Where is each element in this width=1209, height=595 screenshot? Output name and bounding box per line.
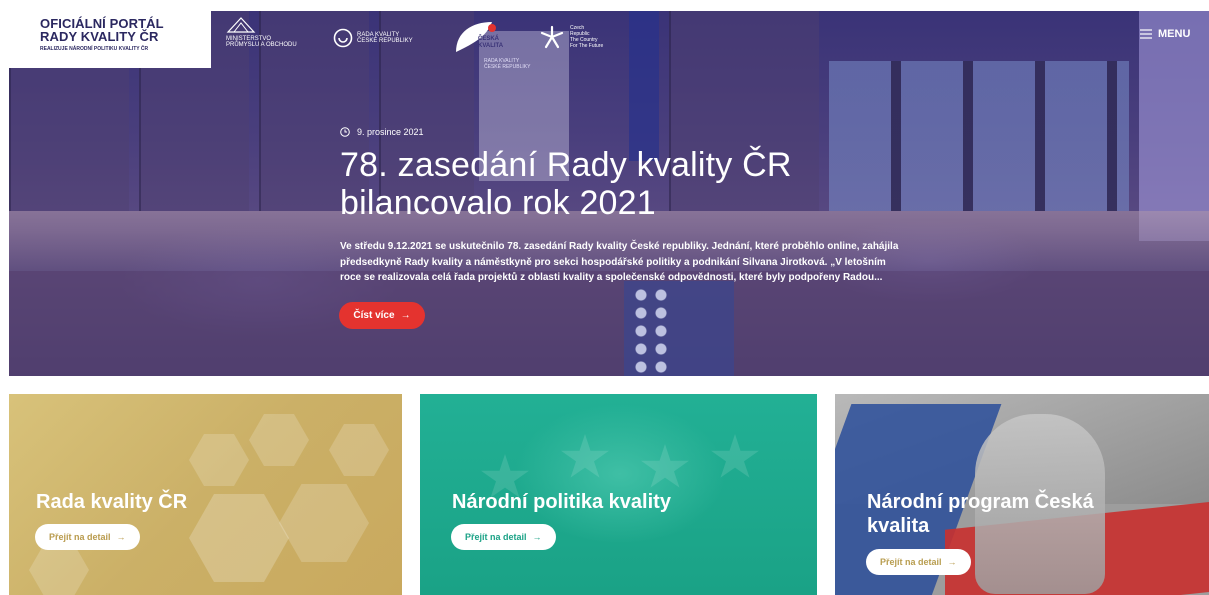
arrow-right-icon: → [532, 532, 542, 542]
rada-kvality-icon [333, 28, 353, 48]
video-participants [631, 286, 671, 376]
article-headline[interactable]: 78. zasedání Rady kvality ČR bilancovalo… [340, 146, 900, 222]
banner-text: RADA KVALITY ČESKÉ REPUBLIKY [484, 58, 530, 70]
card-detail-button[interactable]: Přejít na detail → [35, 524, 140, 550]
partner-rada-kvality[interactable]: RADA KVALITY ČESKÉ REPUBLIKY [333, 28, 413, 48]
hex-decoration [189, 494, 289, 582]
hex-decoration [29, 544, 89, 595]
mpo-emblem-icon [226, 17, 256, 33]
banner-line: ČESKÉ REPUBLIKY [484, 64, 531, 70]
card-detail-button[interactable]: Přejít na detail → [866, 549, 971, 575]
hex-decoration [329, 424, 389, 476]
arrow-right-icon: → [116, 532, 126, 542]
card-detail-label: Přejít na detail [880, 557, 942, 567]
star-decoration [641, 444, 689, 488]
background-curtain [1139, 11, 1209, 241]
card-rada-kvality[interactable]: Rada kvality ČR Přejít na detail → [9, 394, 402, 595]
czech-republic-star-icon [540, 25, 564, 49]
clock-icon [340, 127, 350, 137]
ceska-kvalita-icon: ČESKÁ KVALITA [456, 22, 504, 52]
partner-mpo[interactable]: MINISTERSTVO PRŮMYSLU A OBCHODU [226, 16, 297, 48]
partner-text: PRŮMYSLU A OBCHODU [226, 42, 297, 48]
conference-floor [9, 271, 1209, 376]
card-detail-button[interactable]: Přejít na detail → [451, 524, 556, 550]
card-title: Rada kvality ČR [36, 491, 188, 513]
partner-czech-republic[interactable]: Czech Republic The Country For The Futur… [538, 24, 603, 50]
menu-hamburger-icon [1140, 29, 1152, 39]
logo-subtitle: REALIZUJE NÁRODNÍ POLITIKU KVALITY ČR [40, 46, 149, 52]
article-lead: Ve středu 9.12.2021 se uskutečnilo 78. z… [340, 241, 899, 283]
card-title: Národní politika kvality [452, 491, 671, 513]
card-ceska-kvalita[interactable]: Národní program Česká kvalita Přejít na … [835, 394, 1209, 595]
menu-label: MENU [1158, 28, 1191, 40]
star-decoration [561, 434, 609, 478]
partner-text: ČESKÉ REPUBLIKY [357, 38, 413, 44]
partner-ceska-kvalita[interactable]: ČESKÁ KVALITA [452, 18, 506, 56]
card-detail-label: Přejít na detail [49, 532, 111, 542]
eu-flag [629, 11, 659, 161]
hex-decoration [189, 434, 249, 486]
menu-button[interactable]: MENU [1140, 28, 1190, 40]
arrow-right-icon: → [400, 310, 411, 321]
hex-decoration [249, 414, 309, 466]
read-more-button[interactable]: Číst více → [339, 302, 425, 329]
read-more-label: Číst více [353, 310, 395, 321]
hex-decoration [279, 484, 369, 562]
partner-text: ČESKÁ [478, 35, 500, 42]
site-logo[interactable]: OFICIÁLNÍ PORTÁL RADY KVALITY ČR REALIZU… [9, 11, 211, 68]
arrow-right-icon: → [947, 557, 957, 567]
partner-text: For The Future [570, 43, 604, 49]
article-date: 9. prosince 2021 [340, 127, 424, 137]
article-date-text: 9. prosince 2021 [357, 127, 424, 137]
star-decoration [711, 434, 759, 478]
card-detail-label: Přejít na detail [465, 532, 527, 542]
logo-title-line: RADY KVALITY ČR [40, 29, 159, 44]
partner-text: KVALITA [478, 43, 504, 49]
card-title: Národní program Česká kvalita [867, 491, 1094, 537]
card-narodni-politika[interactable]: Národní politika kvality Přejít na detai… [420, 394, 817, 595]
